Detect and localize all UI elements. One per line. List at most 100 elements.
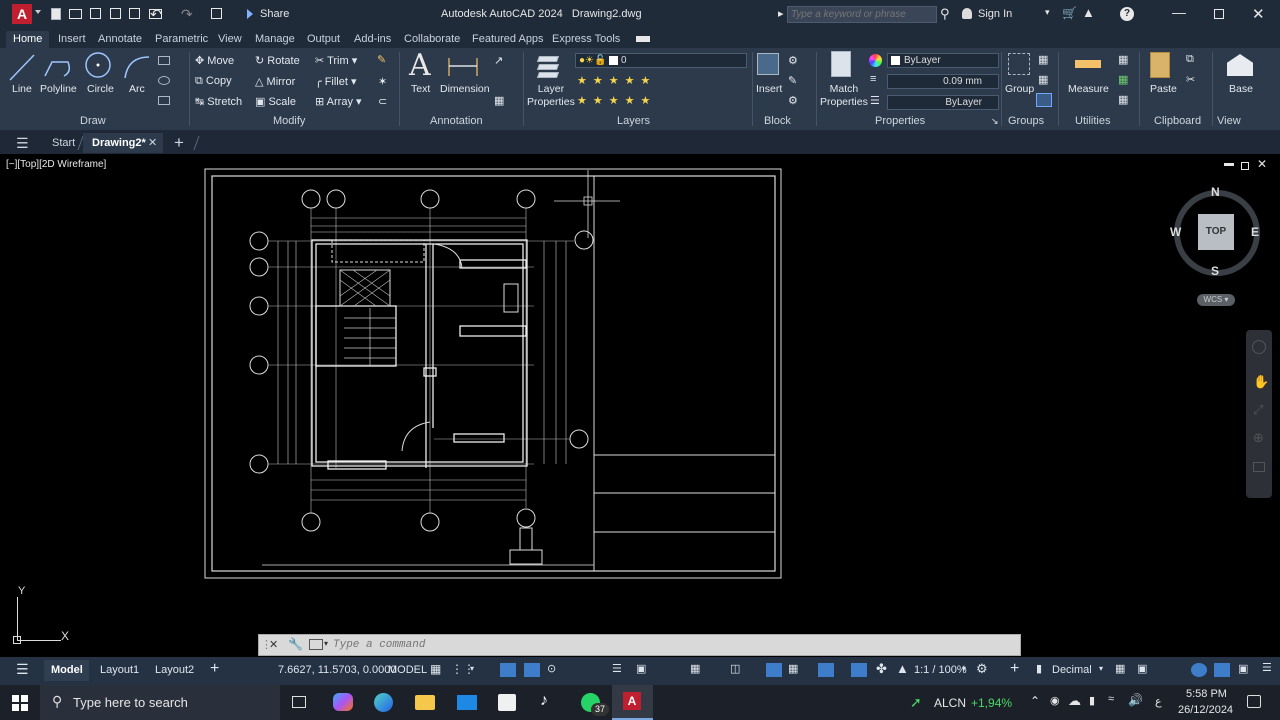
ungroup-icon[interactable]: ▦ <box>1038 53 1048 66</box>
file-explorer-icon[interactable] <box>415 695 435 710</box>
calculator-icon[interactable]: ▦ <box>1118 53 1128 66</box>
open-file-icon[interactable] <box>69 9 82 19</box>
notifications-icon[interactable] <box>1247 695 1261 708</box>
group-selection-icon[interactable] <box>1036 93 1052 107</box>
tab-home[interactable]: Home <box>6 31 50 48</box>
linetype-dropdown[interactable]: ByLayer <box>887 95 999 110</box>
trim-button[interactable]: ✂ Trim ▾ <box>315 54 357 67</box>
command-recent-chevron-icon[interactable]: ▾ <box>324 639 328 648</box>
units-icon[interactable]: ▮ <box>1036 662 1042 675</box>
layer-properties-button[interactable]: Layer Properties <box>527 83 575 109</box>
layout1-tab[interactable]: Layout1 <box>100 664 139 676</box>
move-button[interactable]: ✥ Move <box>195 54 234 67</box>
volume-icon[interactable]: 🔊 <box>1128 693 1143 707</box>
layer-tools-row-2[interactable]: ★★★★★ <box>577 94 656 107</box>
cut-icon[interactable]: ✂ <box>1186 73 1195 86</box>
text-icon[interactable]: A <box>409 48 431 83</box>
open-from-web-icon[interactable] <box>129 8 140 19</box>
command-recent-icon[interactable] <box>309 639 323 650</box>
polar-icon[interactable] <box>524 663 540 677</box>
battery-icon[interactable]: ▮ <box>1089 694 1095 707</box>
object-snap-icon[interactable]: ⊙ <box>547 662 556 675</box>
graphics-performance-icon[interactable] <box>1214 663 1230 677</box>
line-button[interactable]: Line <box>12 83 32 95</box>
lineweight-toggle-icon[interactable]: ☰ <box>612 662 622 675</box>
save-as-icon[interactable] <box>110 8 121 19</box>
paste-icon[interactable] <box>1150 52 1170 78</box>
stretch-button[interactable]: ↹ Stretch <box>195 95 242 108</box>
close-tab-icon[interactable]: ✕ <box>148 134 157 152</box>
id-point-icon[interactable]: ▦ <box>1118 93 1128 106</box>
windows-start-icon[interactable] <box>12 695 28 711</box>
model-space-toggle[interactable]: MODEL <box>388 664 427 676</box>
base-button[interactable]: Base <box>1229 83 1253 95</box>
utilities-panel-title[interactable]: Utilities <box>1075 115 1110 127</box>
clipboard-panel-title[interactable]: Clipboard <box>1154 115 1201 127</box>
tab-express-tools[interactable]: Express Tools <box>545 31 627 48</box>
snap-chevron-icon[interactable]: ▾ <box>470 664 474 673</box>
dimension-button[interactable]: Dimension <box>440 83 490 95</box>
arc-button[interactable]: Arc <box>129 83 145 95</box>
compass-south[interactable]: S <box>1211 264 1219 278</box>
redo-icon[interactable]: ↷ <box>181 6 193 23</box>
app-menu-chevron-icon[interactable] <box>35 10 41 14</box>
coordinates-display[interactable]: 7.6627, 11.5703, 0.0000 <box>278 664 396 676</box>
stock-name[interactable]: ALCN <box>934 696 966 710</box>
measure-button[interactable]: Measure <box>1068 83 1109 95</box>
transparency-icon[interactable]: ▣ <box>636 662 646 675</box>
tiktok-icon[interactable]: ♪ <box>540 692 548 710</box>
application-menu-button[interactable]: A <box>12 4 32 24</box>
line-icon[interactable] <box>8 52 36 82</box>
user-icon[interactable] <box>962 8 972 19</box>
edit-block-icon[interactable]: ✎ <box>788 74 797 87</box>
tab-view[interactable]: View <box>211 31 249 48</box>
taskbar-search-box[interactable]: ⚲ Type here to search <box>40 685 280 720</box>
layer-properties-icon[interactable] <box>536 52 560 78</box>
edge-icon[interactable] <box>374 693 393 712</box>
clock-time[interactable]: 5:58 PM <box>1186 688 1227 700</box>
model-tab-label[interactable]: Model <box>51 664 83 676</box>
dimension-icon[interactable] <box>446 54 480 80</box>
group-icon[interactable] <box>1008 53 1030 75</box>
paste-button[interactable]: Paste <box>1150 83 1177 95</box>
create-block-icon[interactable]: ⚙ <box>788 54 798 67</box>
copy-clip-icon[interactable]: ⧉ <box>1186 53 1194 66</box>
tab-collaborate[interactable]: Collaborate <box>397 31 467 48</box>
color-wheel-icon[interactable] <box>869 54 882 67</box>
mirror-button[interactable]: △ Mirror <box>255 75 295 88</box>
clock-date[interactable]: 26/12/2024 <box>1178 704 1233 716</box>
onedrive-icon[interactable]: ☁ <box>1068 693 1081 709</box>
navigation-bar[interactable]: ✋ ⤢ ⊕ <box>1246 330 1272 498</box>
minimize-button[interactable]: — <box>1172 4 1186 20</box>
copy-button[interactable]: ⧉ Copy <box>195 75 232 88</box>
customization-icon[interactable]: ☰ <box>1262 661 1272 674</box>
viewport-minimize-icon[interactable]: ▬ <box>1224 158 1234 169</box>
block-attributes-icon[interactable]: ⚙ <box>788 94 798 107</box>
layout-menu-icon[interactable]: ☰ <box>16 661 29 678</box>
grid-icon[interactable]: ▦ <box>430 662 441 676</box>
properties-panel-title[interactable]: Properties <box>875 115 925 127</box>
store-icon[interactable] <box>498 694 516 711</box>
add-icon[interactable]: + <box>1010 660 1019 678</box>
undo-icon[interactable]: ↶ <box>150 6 162 23</box>
hatch-icon[interactable] <box>158 76 170 85</box>
draw-panel-title[interactable]: Draw <box>80 115 106 127</box>
steering-wheel-icon[interactable] <box>1252 340 1266 354</box>
table-icon[interactable]: ▦ <box>494 94 504 107</box>
showmotion-icon[interactable] <box>1253 462 1265 472</box>
cart-icon[interactable]: 🛒 <box>1062 6 1077 20</box>
tab-manage[interactable]: Manage <box>248 31 302 48</box>
zoom-extents-icon[interactable]: ⤢ <box>1253 402 1263 418</box>
floor-plan-drawing[interactable] <box>204 168 784 580</box>
units-toggle-icon[interactable] <box>766 663 782 677</box>
text-button[interactable]: Text <box>411 83 430 95</box>
annotation-monitor-icon[interactable]: ◫ <box>730 662 740 675</box>
layers-panel-title[interactable]: Layers <box>617 115 650 127</box>
quick-props-icon[interactable]: ▦ <box>1115 662 1125 675</box>
fillet-button[interactable]: ╭ Fillet ▾ <box>315 75 357 88</box>
mail-icon[interactable] <box>457 695 477 710</box>
compass-north[interactable]: N <box>1211 185 1220 199</box>
autodesk-app-icon[interactable]: ▲ <box>1082 5 1095 20</box>
viewcube-top-face[interactable]: TOP <box>1198 214 1234 250</box>
ortho-icon[interactable] <box>500 663 516 677</box>
